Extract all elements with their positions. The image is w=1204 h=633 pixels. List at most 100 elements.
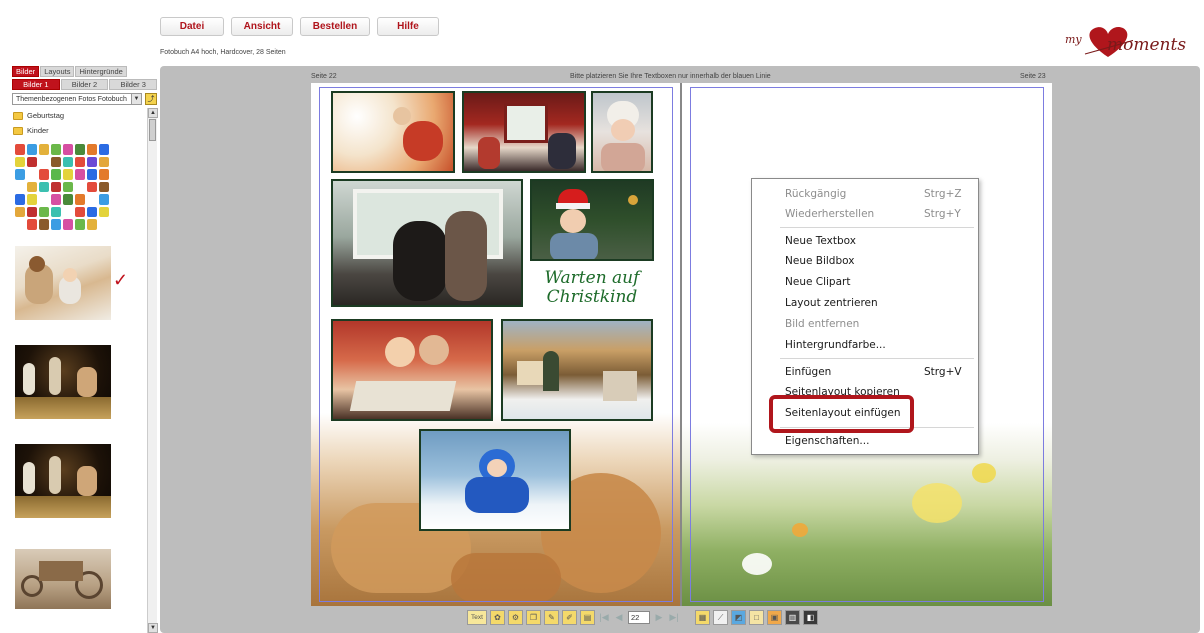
blank-page-icon[interactable]: □ xyxy=(749,610,764,625)
right-page-label: Seite 23 xyxy=(1020,73,1046,80)
layout-grid-icon[interactable]: ▦ xyxy=(695,610,710,625)
tab-layouts[interactable]: Layouts xyxy=(40,66,75,77)
paste-label: Einfügen xyxy=(785,366,832,378)
text-tool-button[interactable]: Text xyxy=(467,610,487,625)
redo-shortcut: Strg+Y xyxy=(924,208,961,220)
workspace: Seite 22 Bitte platzieren Sie Ihre Textb… xyxy=(160,66,1200,633)
scroll-up-icon[interactable]: ▲ xyxy=(148,108,158,118)
caption-line-1: Warten auf xyxy=(544,268,640,288)
edit-icon[interactable]: ✐ xyxy=(562,610,577,625)
menu-item-remove-image[interactable]: Bild entfernen xyxy=(752,314,978,334)
text-tool-label: Text xyxy=(471,614,483,621)
folder-item-geburtstag[interactable]: Geburtstag xyxy=(12,108,147,123)
photo-children-window[interactable] xyxy=(462,91,586,173)
collage-icon[interactable]: ▣ xyxy=(767,610,782,625)
folder-icon xyxy=(13,111,23,120)
sidebar: Bilder Layouts Hintergründe Bilder 1 Bil… xyxy=(12,66,158,633)
next-page-icon[interactable]: ▶ xyxy=(653,612,665,623)
redo-label: Wiederherstellen xyxy=(785,208,875,220)
photo-girl-winter-hat[interactable] xyxy=(591,91,653,173)
previous-page-icon[interactable]: ◀ xyxy=(613,612,625,623)
checkmark-icon: ✓ xyxy=(113,270,129,290)
text-placement-hint: Bitte platzieren Sie Ihre Textboxen nur … xyxy=(570,73,771,80)
photo-boy-santa-hat[interactable] xyxy=(530,179,654,261)
image-swap-icon[interactable]: ◩ xyxy=(731,610,746,625)
logo-prefix: my xyxy=(1065,33,1082,46)
photo-thumbnail-mother-child[interactable] xyxy=(15,246,111,320)
photo-children-reading[interactable] xyxy=(331,319,493,421)
menu-bar: Datei Ansicht Bestellen Hilfe xyxy=(160,17,439,37)
scroll-down-icon[interactable]: ▼ xyxy=(148,623,158,633)
photo-thumbnail-figurines-1[interactable] xyxy=(15,345,111,419)
dark-layout-icon[interactable]: ▥ xyxy=(785,610,800,625)
menu-bestellen-button[interactable]: Bestellen xyxy=(300,17,370,36)
new-imagebox-label: Neue Bildbox xyxy=(785,255,855,267)
handwritten-caption[interactable]: Warten auf Christkind xyxy=(529,269,655,306)
tab-bilder-1[interactable]: Bilder 1 xyxy=(12,79,60,90)
new-clipart-label: Neue Clipart xyxy=(785,276,851,288)
left-page-label: Seite 22 xyxy=(311,73,337,80)
chevron-down-icon[interactable]: ▼ xyxy=(131,94,141,104)
photo-child-in-snow[interactable] xyxy=(419,429,571,531)
menu-hilfe-button[interactable]: Hilfe xyxy=(377,17,439,36)
undo-shortcut: Strg+Z xyxy=(924,188,962,200)
menu-item-undo[interactable]: Rückgängig Strg+Z xyxy=(752,184,978,204)
sidebar-main-tabs: Bilder Layouts Hintergründe xyxy=(12,66,127,77)
image-tool-icon[interactable]: ✿ xyxy=(490,610,505,625)
menu-item-center-layout[interactable]: Layout zentrieren xyxy=(752,293,978,313)
menu-item-background-color[interactable]: Hintergrundfarbe... xyxy=(752,335,978,355)
folder-label: Kinder xyxy=(27,126,49,135)
paint-icon[interactable]: ✎ xyxy=(544,610,559,625)
folder-icon xyxy=(13,126,23,135)
page-icon[interactable]: ▤ xyxy=(580,610,595,625)
bottom-toolbar: Text ✿ ⚙ ❐ ✎ ✐ ▤ |◀ ◀ 22 ▶ ▶| ▦ ⟋ ◩ □ ▣ … xyxy=(467,609,818,626)
open-folder-button[interactable]: ⤴ xyxy=(145,93,157,105)
settings-icon[interactable]: ⚙ xyxy=(508,610,523,625)
sidebar-scrollbar[interactable]: ▲ ▼ xyxy=(147,108,158,633)
product-info: Fotobuch A4 hoch, Hardcover, 28 Seiten xyxy=(160,49,286,56)
highlight-frame xyxy=(769,395,914,433)
photo-family-snow[interactable] xyxy=(331,91,455,173)
background-color-label: Hintergrundfarbe... xyxy=(785,339,886,351)
new-textbox-label: Neue Textbox xyxy=(785,235,856,247)
tab-hintergruende[interactable]: Hintergründe xyxy=(75,66,127,77)
folder-item-kinder[interactable]: Kinder xyxy=(12,123,147,138)
tab-bilder-2[interactable]: Bilder 2 xyxy=(60,79,109,90)
menu-datei-button[interactable]: Datei xyxy=(160,17,224,36)
photo-snowy-village[interactable] xyxy=(501,319,653,421)
first-page-icon[interactable]: |◀ xyxy=(598,612,610,623)
caption-line-2: Christkind xyxy=(546,286,638,307)
photo-girl-dog-window[interactable] xyxy=(331,179,523,307)
menu-separator xyxy=(780,358,974,359)
menu-item-new-clipart[interactable]: Neue Clipart xyxy=(752,272,978,292)
tab-bilder[interactable]: Bilder xyxy=(12,66,40,77)
preview-icon[interactable]: ◧ xyxy=(803,610,818,625)
folder-tree: Geburtstag Kinder xyxy=(12,108,147,138)
left-page[interactable]: Warten auf Christkind xyxy=(311,83,681,606)
source-dropdown[interactable]: Themenbezogenen Fotos Fotobuch ▼ xyxy=(12,93,142,105)
undo-label: Rückgängig xyxy=(785,188,847,200)
photo-thumbnail-vintage-tractor[interactable] xyxy=(15,549,111,609)
menu-separator xyxy=(780,227,974,228)
logo-name: moments xyxy=(1107,35,1187,55)
properties-label: Eigenschaften... xyxy=(785,435,870,447)
source-dropdown-value: Themenbezogenen Fotos Fotobuch xyxy=(16,95,127,103)
paste-shortcut: Strg+V xyxy=(924,366,962,378)
menu-item-paste[interactable]: Einfügen Strg+V xyxy=(752,362,978,382)
menu-item-new-imagebox[interactable]: Neue Bildbox xyxy=(752,251,978,271)
mymoments-logo: my moments xyxy=(1055,18,1187,64)
menu-item-properties[interactable]: Eigenschaften... xyxy=(752,431,978,451)
tab-bilder-3[interactable]: Bilder 3 xyxy=(109,79,158,90)
scrollbar-thumb[interactable] xyxy=(149,119,156,141)
photo-thumbnail-figurines-2[interactable] xyxy=(15,444,111,518)
menu-item-redo[interactable]: Wiederherstellen Strg+Y xyxy=(752,204,978,224)
page-number-input[interactable]: 22 xyxy=(628,611,650,624)
last-page-icon[interactable]: ▶| xyxy=(668,612,680,623)
clipart-thumbnail[interactable] xyxy=(15,144,109,230)
menu-item-new-textbox[interactable]: Neue Textbox xyxy=(752,231,978,251)
copy-icon[interactable]: ❐ xyxy=(526,610,541,625)
line-tool-icon[interactable]: ⟋ xyxy=(713,610,728,625)
menu-ansicht-button[interactable]: Ansicht xyxy=(231,17,293,36)
center-layout-label: Layout zentrieren xyxy=(785,297,878,309)
sidebar-sub-tabs: Bilder 1 Bilder 2 Bilder 3 xyxy=(12,79,158,90)
